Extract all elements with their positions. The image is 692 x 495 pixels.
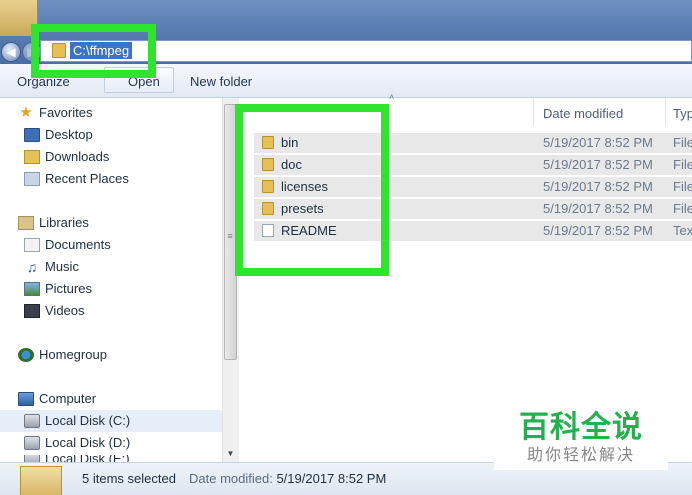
desktop-icon [24,128,40,142]
selection-count: 5 items selected [82,471,176,486]
sidebar-item-downloads[interactable]: Downloads [24,147,109,167]
sidebar-item-music[interactable]: ♫ Music [24,257,79,277]
file-type: File [673,157,692,172]
new-folder-button[interactable]: New folder [190,73,252,91]
date-modified-label: Date modified: [189,471,273,486]
scroll-grip-icon: ≡ [227,231,233,241]
file-type: Tex [673,223,692,238]
files-highlight-box [235,104,389,276]
sidebar-item-libraries[interactable]: Libraries [18,213,89,233]
file-type: File [673,179,692,194]
sidebar-item-desktop[interactable]: Desktop [24,125,93,145]
music-icon: ♫ [26,259,38,275]
sidebar-item-label: Desktop [45,127,93,142]
sidebar-item-label: Homegroup [39,347,107,362]
file-date: 5/19/2017 8:52 PM [543,223,653,238]
sidebar-item-recent-places[interactable]: Recent Places [24,169,129,189]
downloads-icon [24,150,40,164]
file-date: 5/19/2017 8:52 PM [543,201,653,216]
file-type: File [673,201,692,216]
star-icon: ★ [19,104,33,121]
sidebar-item-homegroup[interactable]: Homegroup [18,345,107,365]
back-button[interactable]: ◀ [1,42,21,62]
date-modified-value: 5/19/2017 8:52 PM [276,471,387,486]
sidebar-item-label: Recent Places [45,171,129,186]
homegroup-icon [18,348,34,362]
column-header-type[interactable]: Typ [673,104,692,124]
disk-icon [24,436,40,450]
address-highlight-box [31,24,156,78]
pictures-icon [24,282,40,296]
scroll-down-arrow-icon[interactable]: ▼ [224,448,237,460]
watermark-logo: 百科全说 [519,410,643,445]
sidebar-item-label: Computer [39,391,97,406]
sidebar-item-videos[interactable]: Videos [24,301,85,321]
libraries-icon [18,216,34,230]
file-type: File [673,135,692,150]
sidebar-item-label: Local Disk (D:) [45,435,131,450]
sidebar-item-label: Music [45,259,79,274]
sidebar-item-local-disk-c[interactable]: Local Disk (C:) [24,411,130,431]
sidebar-item-label: Documents [45,237,111,252]
column-separator[interactable] [533,98,534,126]
column-header-date-modified[interactable]: Date modified [543,104,623,124]
sort-arrow-icon: ˄ [389,92,395,102]
sidebar-item-label: Favorites [39,105,93,120]
selection-date: Date modified: 5/19/2017 8:52 PM [189,470,386,488]
file-date: 5/19/2017 8:52 PM [543,157,653,172]
file-date: 5/19/2017 8:52 PM [543,179,653,194]
sidebar-item-favorites[interactable]: ★ Favorites [18,103,92,123]
computer-icon [18,392,34,406]
sidebar-item-label: Downloads [45,149,110,164]
sidebar-item-pictures[interactable]: Pictures [24,279,92,299]
sidebar-item-local-disk-d[interactable]: Local Disk (D:) [24,433,130,453]
sidebar-item-label: Pictures [45,281,92,296]
column-separator[interactable] [665,98,666,126]
recent-places-icon [24,172,40,186]
sidebar-item-computer[interactable]: Computer [18,389,96,409]
disk-icon [24,414,40,428]
sidebar-item-label: Local Disk (C:) [45,413,131,428]
sidebar-item-label: Videos [45,303,85,318]
videos-icon [24,304,40,318]
sidebar-item-documents[interactable]: Documents [24,235,111,255]
documents-icon [24,238,40,252]
sidebar-item-label: Libraries [39,215,89,230]
watermark-tagline: 助你轻松解决 [526,445,635,464]
file-date: 5/19/2017 8:52 PM [543,135,653,150]
selection-thumbnail-icon [20,466,62,495]
